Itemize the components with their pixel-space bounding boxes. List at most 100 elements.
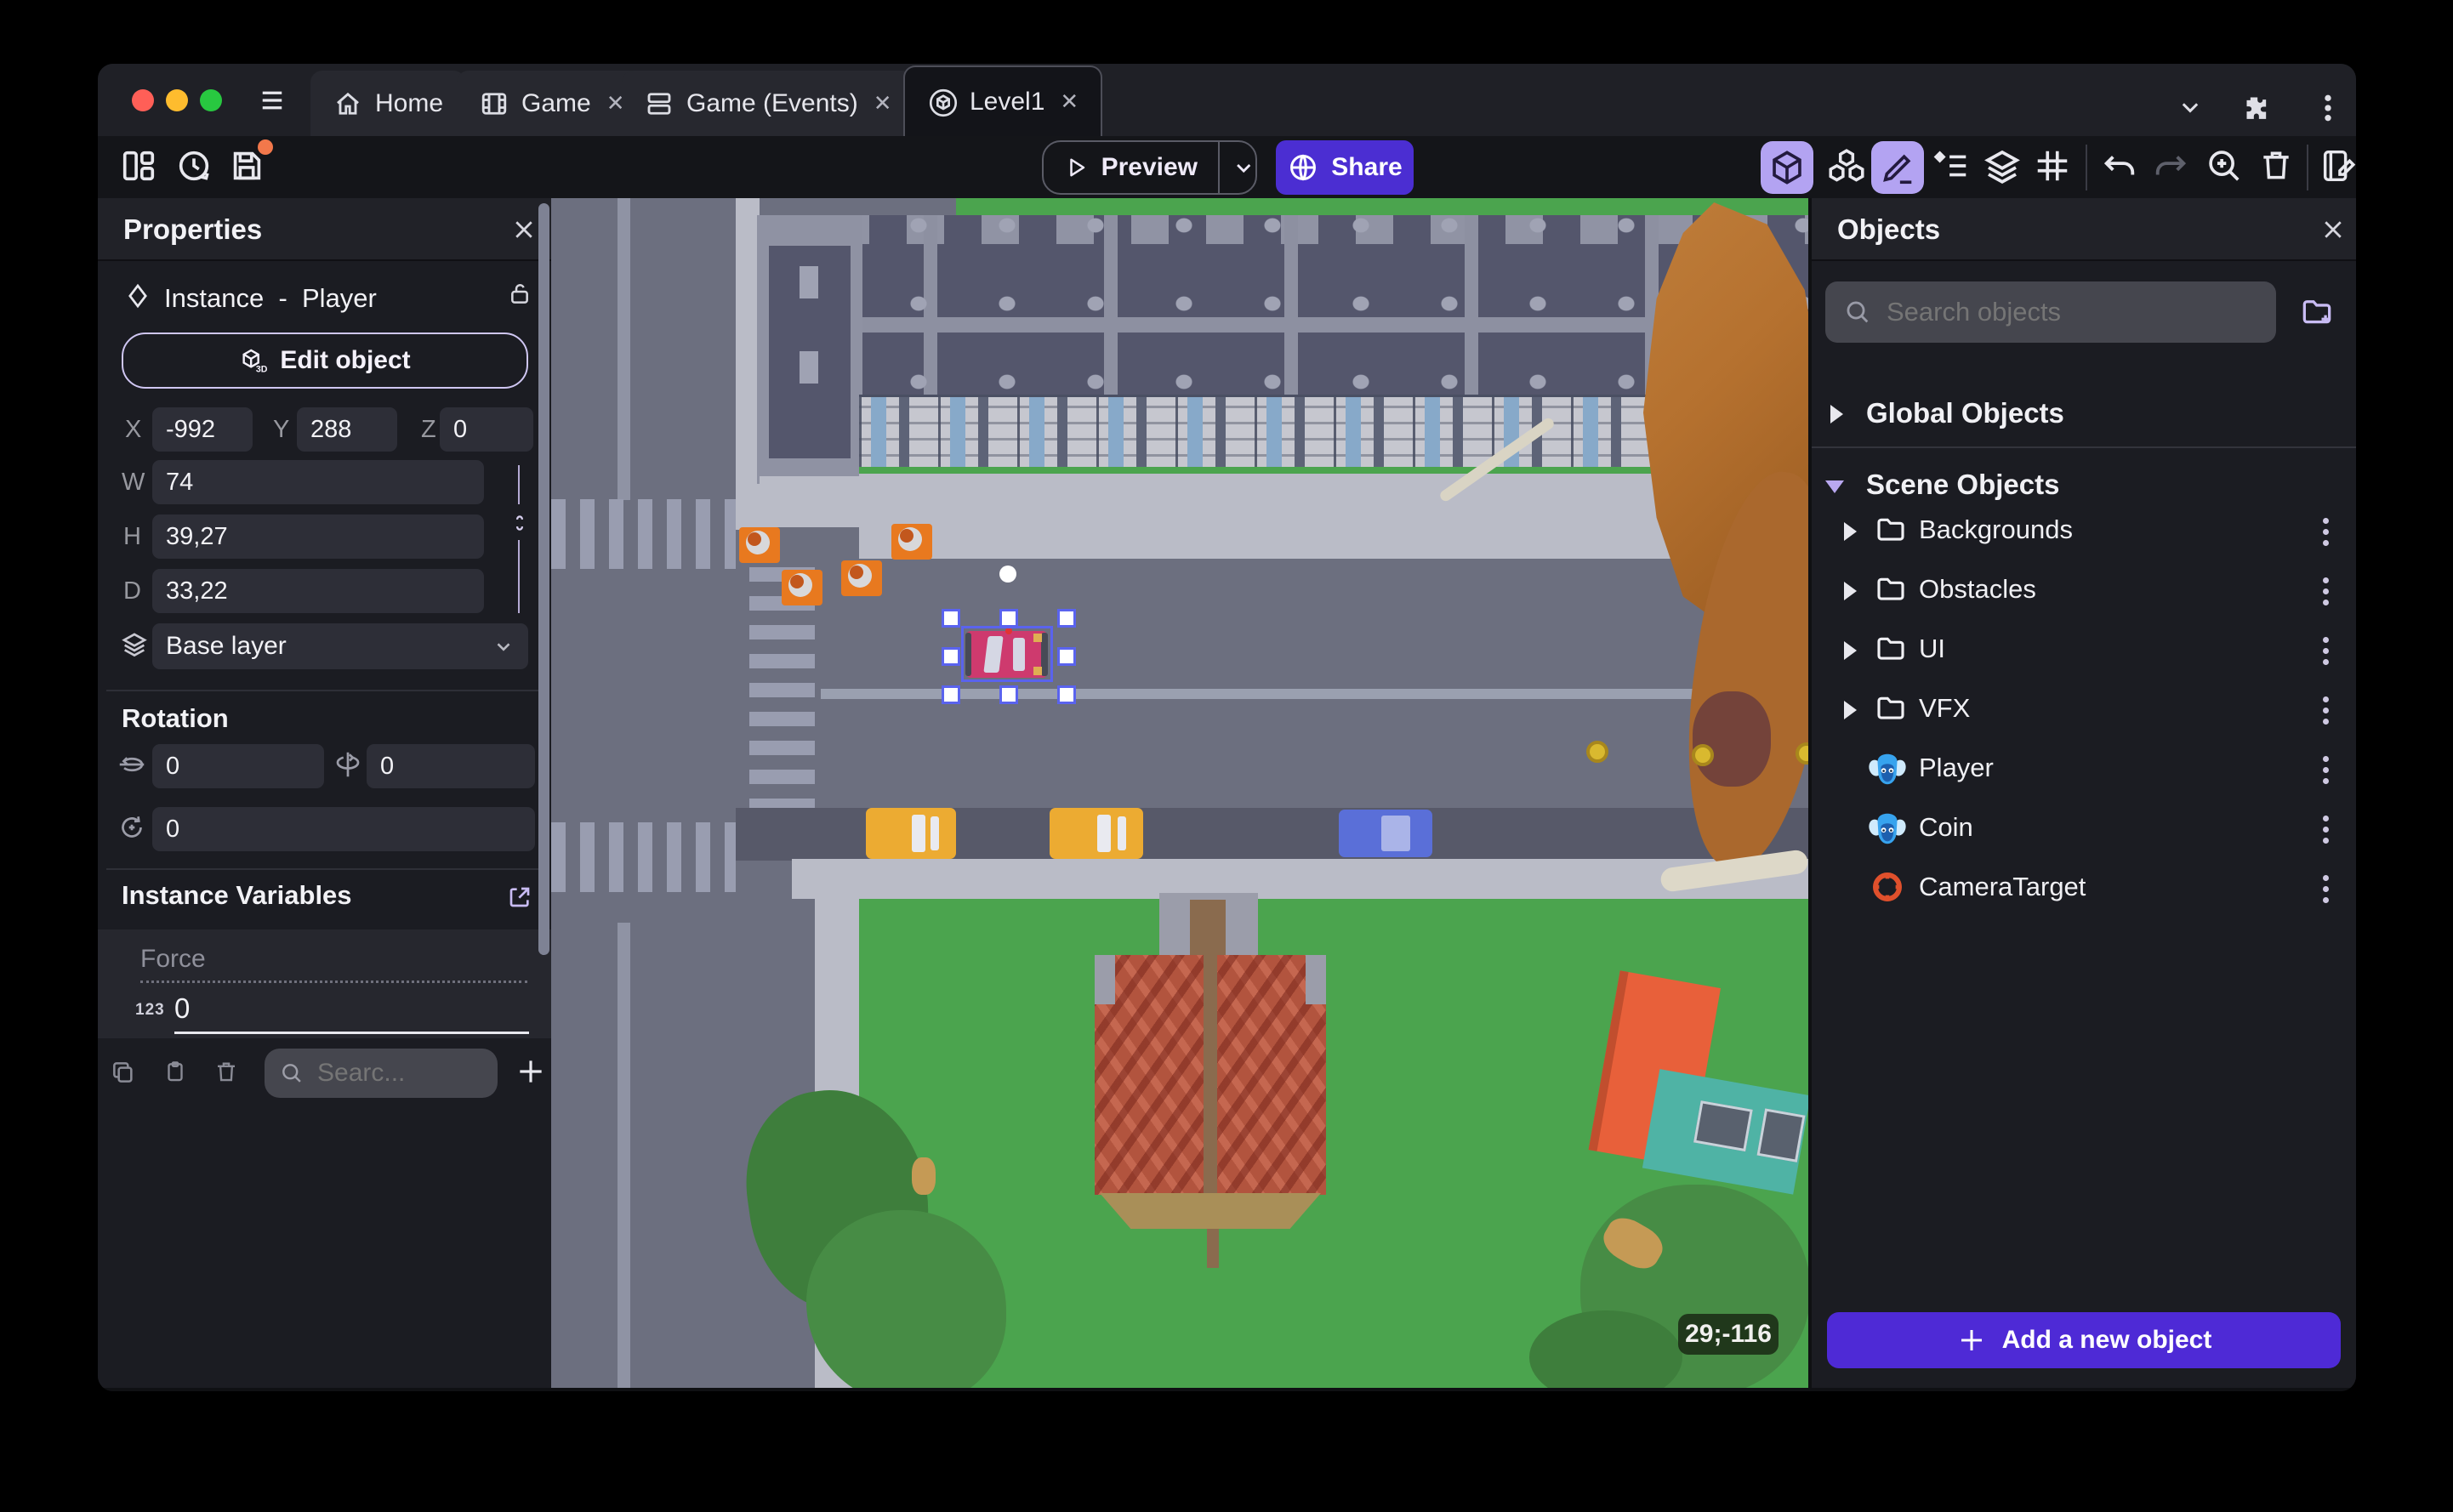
expand-arrow-icon[interactable] — [1830, 405, 1843, 423]
resize-handle-n[interactable] — [999, 609, 1018, 628]
resize-handle-s[interactable] — [999, 685, 1018, 704]
yellow-car[interactable] — [866, 808, 956, 859]
panels-layout-icon[interactable] — [119, 146, 160, 187]
z-input[interactable] — [440, 407, 533, 452]
tab-close-icon[interactable]: ✕ — [874, 90, 892, 117]
extensions-puzzle-icon[interactable] — [2237, 91, 2271, 125]
tree-row-ui[interactable]: UI — [1812, 623, 2356, 678]
brick-tower-roof[interactable] — [1159, 893, 1258, 958]
variable-value[interactable]: 0 — [174, 992, 190, 1025]
resize-handle-se[interactable] — [1057, 685, 1076, 704]
resize-handle-e[interactable] — [1057, 647, 1076, 666]
properties-scrollbar[interactable] — [538, 203, 549, 955]
resize-handle-sw[interactable] — [942, 685, 960, 704]
expand-arrow-icon[interactable] — [1844, 641, 1857, 660]
expand-arrow-icon[interactable] — [1844, 522, 1857, 541]
preview-dropdown-chevron-icon[interactable] — [1232, 152, 1255, 183]
tab-game[interactable]: Game ✕ — [457, 71, 647, 136]
close-icon[interactable] — [511, 217, 537, 242]
edit-object-button[interactable]: 3D Edit object — [122, 333, 528, 389]
resize-handle-ne[interactable] — [1057, 609, 1076, 628]
resize-handle-w[interactable] — [942, 647, 960, 666]
height-input[interactable] — [152, 514, 484, 559]
coin[interactable] — [1692, 744, 1714, 766]
tree-row-coin[interactable]: Coin — [1812, 802, 2356, 856]
kebab-menu-icon[interactable] — [2311, 91, 2345, 125]
open-external-icon[interactable] — [506, 884, 535, 912]
depth-input[interactable] — [152, 569, 484, 613]
add-new-object-button[interactable]: Add a new object — [1827, 1312, 2341, 1368]
tree-row-backgrounds[interactable]: Backgrounds — [1812, 504, 2356, 559]
layer-select[interactable]: Base layer — [152, 623, 528, 669]
variables-search[interactable] — [265, 1049, 498, 1098]
save-icon[interactable] — [227, 139, 273, 187]
paste-clipboard-icon[interactable] — [162, 1059, 191, 1088]
new-folder-icon[interactable] — [2298, 293, 2336, 331]
scene-canvas[interactable]: 29;-116 — [551, 198, 1808, 1388]
undo-icon[interactable] — [2099, 146, 2140, 187]
house[interactable] — [1585, 958, 1808, 1203]
y-input[interactable] — [297, 407, 397, 452]
resize-handle-nw[interactable] — [942, 609, 960, 628]
tool-edit-pencil-active[interactable] — [1871, 141, 1924, 194]
traffic-cone[interactable] — [739, 527, 780, 563]
expand-arrow-icon[interactable] — [1844, 582, 1857, 600]
tool-objects-blocks-icon[interactable] — [1825, 146, 1866, 187]
menu-icon[interactable] — [255, 88, 289, 113]
rotation-y-input[interactable] — [367, 744, 535, 788]
tab-close-icon[interactable]: ✕ — [1060, 88, 1079, 115]
objects-search-input[interactable] — [1887, 297, 2210, 327]
tab-game-events[interactable]: Game (Events) ✕ — [622, 71, 914, 136]
tool-instances-list-icon[interactable] — [1932, 146, 1973, 187]
width-input[interactable] — [152, 460, 484, 504]
expand-arrow-icon[interactable] — [1844, 701, 1857, 719]
traffic-cone[interactable] — [891, 524, 932, 560]
rotation-handle[interactable] — [999, 566, 1016, 583]
tree-row-obstacles[interactable]: Obstacles — [1812, 564, 2356, 618]
share-button[interactable]: Share — [1276, 140, 1414, 195]
row-menu-icon[interactable] — [2323, 875, 2329, 881]
history-clock-icon[interactable] — [174, 146, 215, 187]
row-menu-icon[interactable] — [2323, 756, 2329, 762]
traffic-minimize-button[interactable] — [166, 89, 188, 111]
brick-building[interactable] — [1095, 955, 1326, 1195]
rotation-z-input[interactable] — [152, 807, 535, 851]
row-menu-icon[interactable] — [2323, 518, 2329, 524]
traffic-cone[interactable] — [782, 570, 822, 605]
row-menu-icon[interactable] — [2323, 577, 2329, 583]
chevron-down-icon[interactable] — [2173, 96, 2207, 130]
tab-level1-active[interactable]: Level1 ✕ — [903, 65, 1103, 136]
global-objects-row[interactable]: Global Objects — [1812, 387, 2356, 441]
collapse-arrow-icon[interactable] — [1825, 480, 1844, 493]
trash-icon[interactable] — [213, 1059, 242, 1088]
traffic-cone[interactable] — [841, 560, 882, 596]
unlock-icon[interactable] — [506, 280, 535, 309]
zoom-in-icon[interactable] — [2205, 146, 2245, 187]
variable-row-force[interactable]: Force 123 0 — [98, 929, 551, 1038]
yellow-car[interactable] — [1050, 808, 1143, 859]
row-menu-icon[interactable] — [2323, 637, 2329, 643]
variables-search-input[interactable] — [317, 1059, 462, 1088]
traffic-close-button[interactable] — [132, 89, 154, 111]
tree-row-cameratarget[interactable]: CameraTarget — [1812, 861, 2356, 916]
tree-row-vfx[interactable]: VFX — [1812, 683, 2356, 737]
redo-icon-disabled[interactable] — [2152, 146, 2193, 187]
row-menu-icon[interactable] — [2323, 696, 2329, 702]
x-input[interactable] — [152, 407, 253, 452]
traffic-zoom-button[interactable] — [200, 89, 222, 111]
rotation-x-input[interactable] — [152, 744, 324, 788]
copy-icon[interactable] — [110, 1059, 139, 1088]
scene-properties-notebook-icon[interactable] — [2319, 146, 2356, 187]
tree-row-player[interactable]: Player — [1812, 742, 2356, 797]
add-variable-plus-icon[interactable] — [515, 1055, 544, 1084]
trash-icon[interactable] — [2257, 146, 2298, 187]
close-icon[interactable] — [2320, 217, 2346, 242]
tab-home[interactable]: Home — [310, 71, 466, 136]
row-menu-icon[interactable] — [2323, 816, 2329, 821]
tool-grid-icon[interactable] — [2033, 146, 2074, 187]
preview-button[interactable]: Preview — [1042, 140, 1257, 195]
link-chain-icon[interactable] — [508, 506, 537, 535]
blue-car[interactable] — [1339, 810, 1432, 857]
objects-search[interactable] — [1825, 281, 2276, 343]
coin[interactable] — [1586, 741, 1608, 763]
